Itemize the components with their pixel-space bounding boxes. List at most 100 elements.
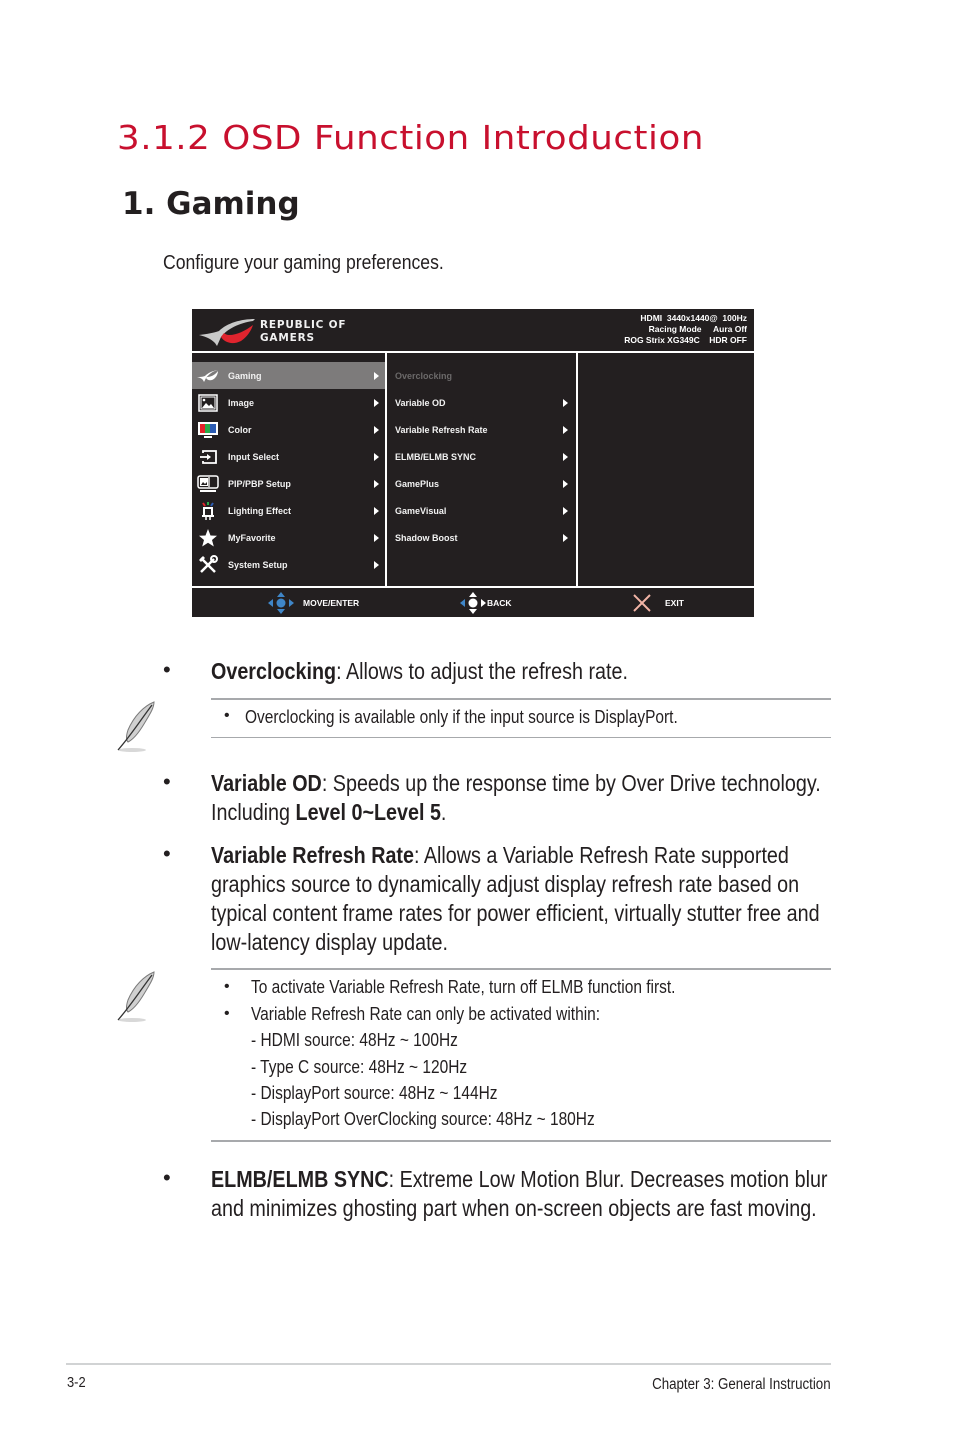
bullet-text: Variable Refresh Rate: Allows a Variable…	[211, 841, 833, 957]
osd-main-menu: Gaming Image Color Input Select PIP/PBP …	[192, 362, 385, 578]
bullet-desc: : Allows to adjust the refresh rate.	[336, 658, 628, 684]
chapter-label: Chapter 3: General Instruction	[652, 1376, 831, 1393]
status-input-resolution: HDMI 3440x1440@ 100Hz	[640, 313, 747, 323]
note-bottom-rule	[211, 737, 831, 738]
note-text: Variable Refresh Rate can only be activa…	[251, 1004, 601, 1024]
osd-status: HDMI 3440x1440@ 100Hz Racing Mode Aura O…	[624, 313, 747, 346]
note-feather-icon	[117, 971, 155, 1022]
menu-label: Image	[228, 397, 255, 408]
status-model-hdr: ROG Strix XG349C HDR OFF	[624, 335, 747, 345]
bullet-desc-end: .	[440, 799, 447, 825]
subsection-title: 1. Gaming	[122, 186, 300, 222]
osd-header: REPUBLIC OF GAMERS HDMI 3440x1440@ 100Hz…	[192, 309, 754, 351]
menu-item-system-setup[interactable]: System Setup	[192, 551, 385, 578]
submenu-item-variable-od[interactable]: Variable OD	[387, 389, 574, 416]
submenu-item-shadow-boost[interactable]: Shadow Boost	[387, 524, 574, 551]
submenu-label: Variable Refresh Rate	[395, 424, 488, 435]
navigation-joystick-icon	[268, 592, 294, 614]
submenu-label: GamePlus	[395, 478, 440, 489]
status-mode-aura: Racing Mode Aura Off	[648, 324, 747, 334]
menu-label: Lighting Effect	[228, 505, 291, 516]
note-top-rule	[211, 698, 831, 700]
submenu-label: GameVisual	[395, 505, 447, 516]
range-displayport-overclocking: - DisplayPort OverClocking source: 48Hz …	[251, 1109, 595, 1129]
submenu-label: Shadow Boost	[395, 532, 458, 543]
submenu-label: ELMB/ELMB SYNC	[395, 451, 476, 462]
menu-label: Gaming	[228, 370, 262, 381]
menu-item-input-select[interactable]: Input Select	[192, 443, 385, 470]
chevron-right-icon	[563, 534, 568, 542]
note-overclocking: • Overclocking is available only if the …	[211, 698, 831, 740]
note-bullet-dot: •	[224, 1005, 230, 1022]
lighting-icon	[197, 501, 219, 521]
range-type-c: - Type C source: 48Hz ~ 120Hz	[251, 1057, 468, 1077]
bullet-dot: •	[163, 657, 171, 682]
menu-label: Input Select	[228, 451, 280, 462]
menu-label: Color	[228, 424, 252, 435]
section-title: 3.1.2 OSD Function Introduction	[117, 118, 704, 157]
chevron-right-icon	[563, 507, 568, 515]
intro-text: Configure your gaming preferences.	[163, 252, 444, 274]
range-displayport: - DisplayPort source: 48Hz ~ 144Hz	[251, 1083, 498, 1103]
rog-logo-icon	[199, 319, 255, 346]
chevron-right-icon	[374, 453, 379, 461]
submenu-item-gamevisual[interactable]: GameVisual	[387, 497, 574, 524]
chevron-right-icon	[374, 399, 379, 407]
bullet-term: Overclocking	[211, 658, 337, 684]
bullet-term: Variable Refresh Rate	[211, 842, 414, 868]
menu-item-color[interactable]: Color	[192, 416, 385, 443]
bullet-text: Overclocking: Allows to adjust the refre…	[211, 657, 791, 686]
menu-label: System Setup	[228, 559, 288, 570]
submenu-item-variable-refresh-rate[interactable]: Variable Refresh Rate	[387, 416, 574, 443]
chevron-right-icon	[374, 372, 379, 380]
submenu-item-elmb[interactable]: ELMB/ELMB SYNC	[387, 443, 574, 470]
chevron-right-icon	[563, 426, 568, 434]
chevron-right-icon	[374, 507, 379, 515]
note-feather-icon	[117, 701, 155, 752]
menu-item-myfavorite[interactable]: MyFavorite	[192, 524, 385, 551]
submenu-label: Overclocking	[395, 370, 453, 381]
menu-item-gaming[interactable]: Gaming	[192, 362, 385, 389]
chevron-right-icon	[374, 534, 379, 542]
note-variable-refresh-rate: • To activate Variable Refresh Rate, tur…	[211, 968, 831, 1142]
note-bullet-dot: •	[224, 707, 230, 724]
back-label: BACK	[487, 598, 512, 608]
submenu-label: Variable OD	[395, 397, 446, 408]
rog-icon	[197, 366, 219, 386]
od-level-range: Level 0~Level 5	[295, 799, 441, 825]
menu-label: MyFavorite	[228, 532, 276, 543]
bullet-dot: •	[163, 1165, 171, 1190]
menu-label: PIP/PBP Setup	[228, 478, 291, 489]
range-hdmi: - HDMI source: 48Hz ~ 100Hz	[251, 1030, 458, 1050]
wrench-icon	[197, 554, 219, 575]
chevron-right-icon	[563, 480, 568, 488]
bullet-dot: •	[163, 841, 171, 866]
submenu-item-overclocking: Overclocking	[387, 362, 574, 389]
star-icon	[197, 528, 219, 548]
note-text: To activate Variable Refresh Rate, turn …	[251, 977, 676, 997]
exit-label: EXIT	[665, 598, 684, 608]
brand-line-2: GAMERS	[260, 332, 315, 344]
image-icon	[197, 393, 219, 413]
bullet-dot: •	[163, 769, 171, 794]
back-joystick-icon	[460, 592, 486, 614]
rog-brand-text: REPUBLIC OF GAMERS	[260, 319, 346, 345]
menu-item-pip-pbp-setup[interactable]: PIP/PBP Setup	[192, 470, 385, 497]
bullet-term: Variable OD	[211, 770, 322, 796]
osd-divider	[192, 586, 754, 588]
osd-menu-screenshot: REPUBLIC OF GAMERS HDMI 3440x1440@ 100Hz…	[192, 309, 754, 617]
footer-rule	[66, 1363, 831, 1365]
bullet-text: Variable OD: Speeds up the response time…	[211, 769, 833, 827]
note-bullet-dot: •	[224, 978, 230, 995]
pip-pbp-icon	[197, 474, 219, 494]
bullet-term: ELMB/ELMB SYNC	[211, 1166, 389, 1192]
brand-line-1: REPUBLIC OF	[260, 319, 347, 331]
bullet-text: ELMB/ELMB SYNC: Extreme Low Motion Blur.…	[211, 1165, 833, 1223]
chevron-right-icon	[563, 453, 568, 461]
menu-item-lighting-effect[interactable]: Lighting Effect	[192, 497, 385, 524]
osd-divider	[576, 353, 578, 587]
exit-x-icon	[633, 594, 651, 612]
menu-item-image[interactable]: Image	[192, 389, 385, 416]
osd-footer: MOVE/ENTER BACK EXIT	[192, 589, 754, 617]
submenu-item-gameplus[interactable]: GamePlus	[387, 470, 574, 497]
